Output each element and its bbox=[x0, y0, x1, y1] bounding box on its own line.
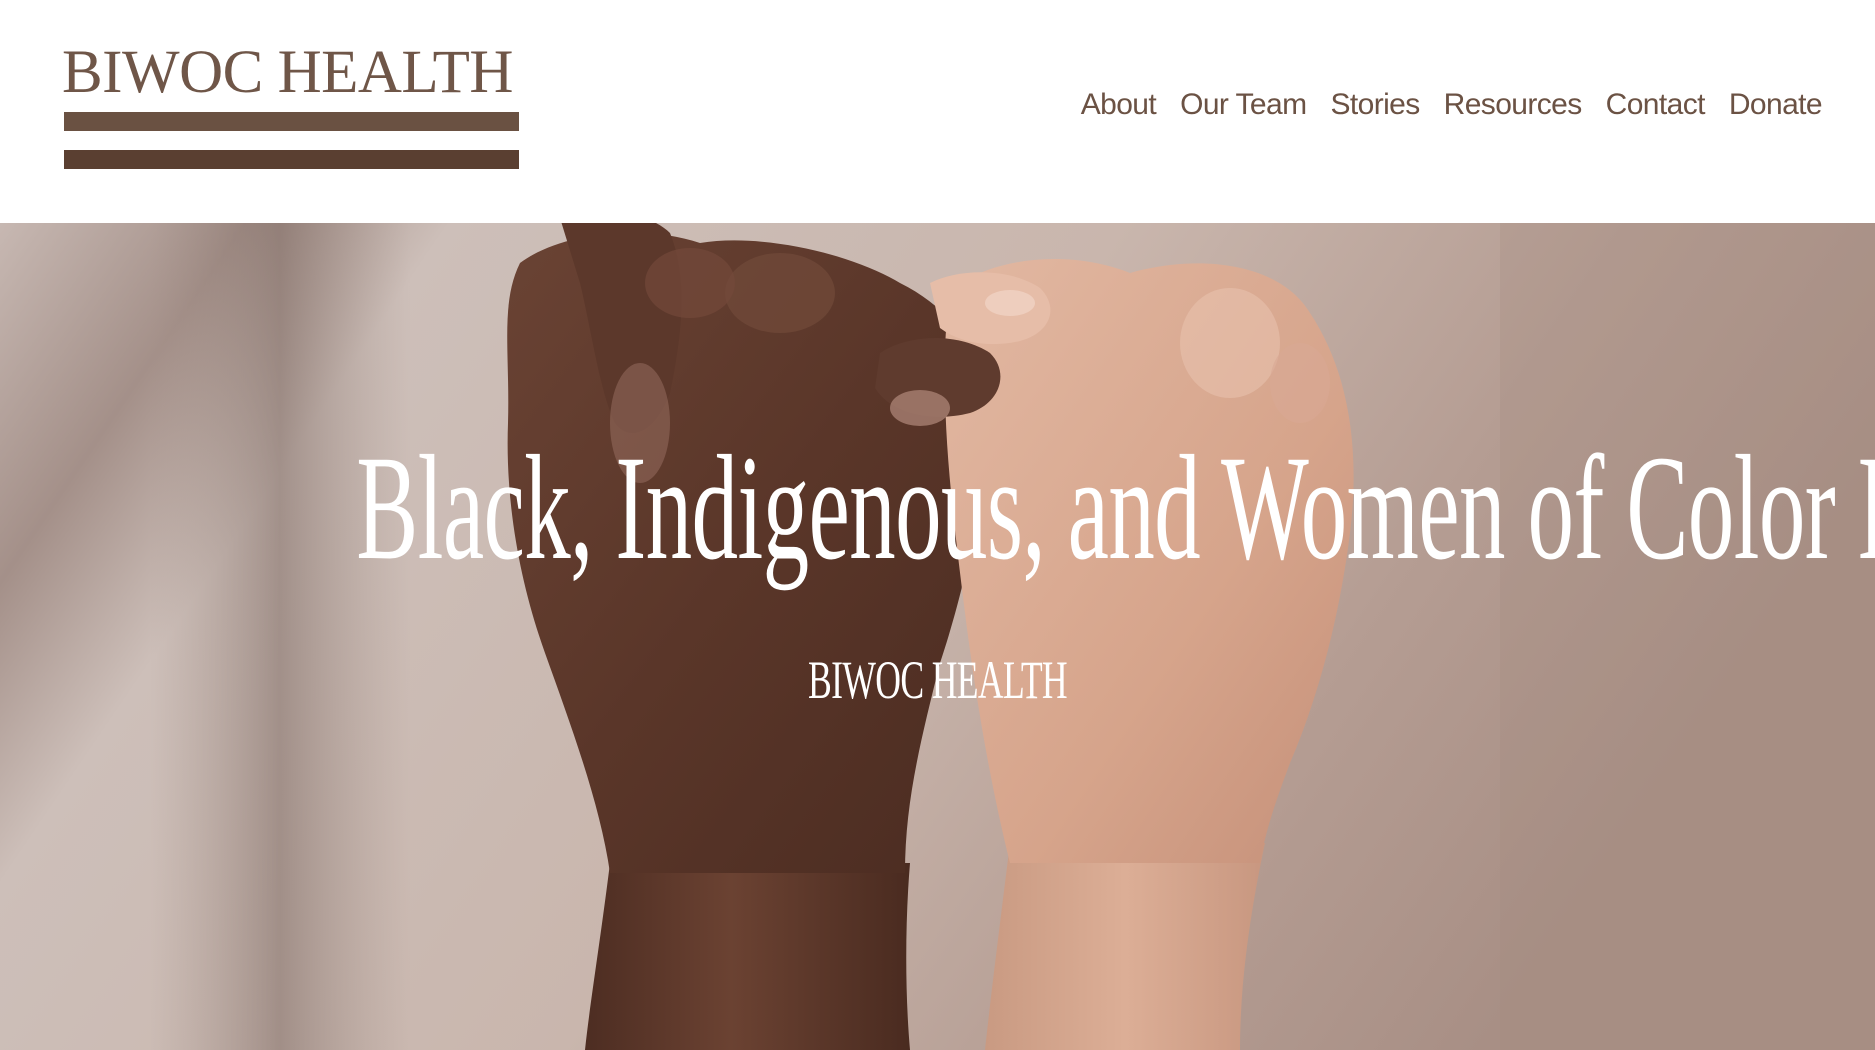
hero-section: Black, Indigenous, and Women of Color He… bbox=[0, 223, 1875, 1050]
nav-link-donate[interactable]: Donate bbox=[1729, 88, 1823, 122]
logo-bar-top bbox=[64, 112, 519, 131]
page: BIWOC HEALTH About Our Team Stories Reso… bbox=[0, 0, 1875, 1050]
main-navigation: About Our Team Stories Resources Contact… bbox=[1081, 88, 1823, 122]
nav-link-resources[interactable]: Resources bbox=[1444, 88, 1583, 122]
site-logo-link[interactable]: BIWOC HEALTH bbox=[62, 40, 522, 174]
nav-link-about[interactable]: About bbox=[1081, 88, 1157, 122]
nav-link-stories[interactable]: Stories bbox=[1330, 88, 1420, 122]
logo-bar-bottom bbox=[64, 150, 519, 169]
nav-link-our-team[interactable]: Our Team bbox=[1180, 88, 1307, 122]
site-header: BIWOC HEALTH About Our Team Stories Reso… bbox=[0, 0, 1875, 223]
nav-link-contact[interactable]: Contact bbox=[1606, 88, 1706, 122]
hero-subtitle: BIWOC HEALTH bbox=[807, 650, 1068, 710]
hero-title: Black, Indigenous, and Women of Color He… bbox=[356, 425, 1875, 591]
logo-wordmark: BIWOC HEALTH bbox=[62, 39, 513, 106]
hero-background-photo bbox=[0, 223, 1875, 1050]
